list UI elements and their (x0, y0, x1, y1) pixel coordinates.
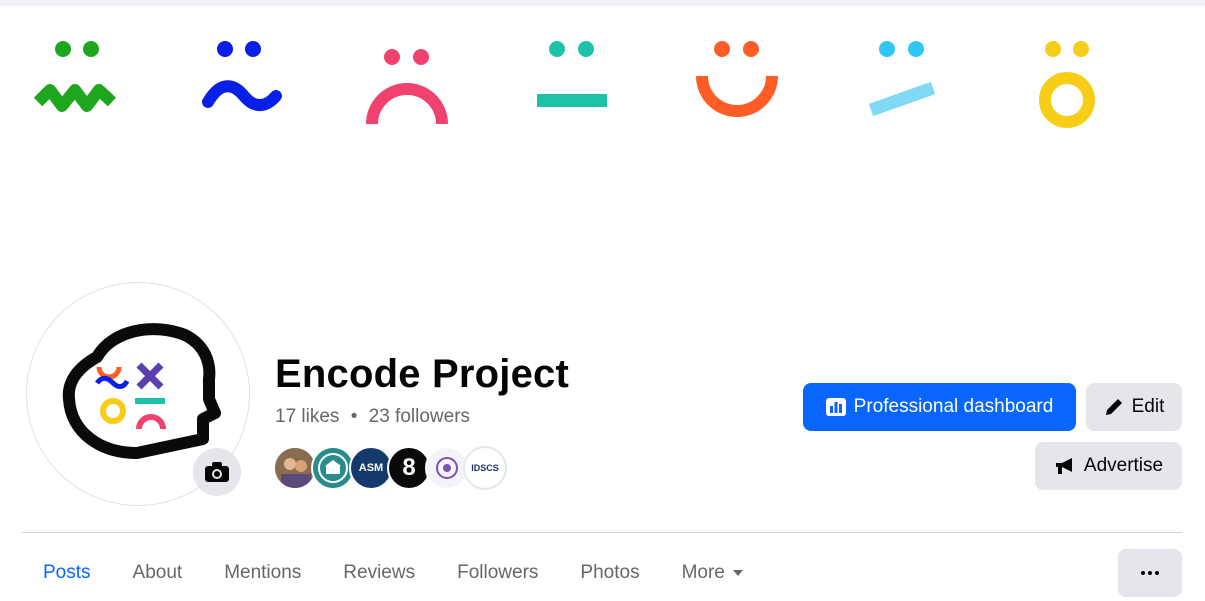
tab-posts[interactable]: Posts (22, 549, 112, 597)
stats-separator: • (350, 406, 358, 427)
update-profile-picture-button[interactable] (193, 448, 241, 496)
professional-dashboard-label: Professional dashboard (853, 396, 1054, 417)
tab-label: Photos (580, 562, 640, 583)
crest-logo-icon (436, 457, 458, 479)
tab-label: Mentions (224, 562, 302, 583)
tab-followers[interactable]: Followers (436, 549, 559, 597)
bar-chart-icon (825, 398, 846, 416)
blue-wave-face-icon (202, 41, 282, 111)
ellipsis-icon (1155, 571, 1159, 575)
follower-avatar[interactable]: IDSCS (463, 446, 507, 490)
ellipsis-icon (1141, 571, 1145, 575)
tab-label: Posts (43, 562, 91, 583)
ellipsis-icon (1148, 571, 1152, 575)
green-zigzag-face-icon (33, 41, 117, 112)
person-photo-icon (275, 448, 315, 488)
likes-count-link[interactable]: 17 likes (275, 406, 339, 427)
edit-button[interactable]: Edit (1086, 383, 1182, 431)
tab-about[interactable]: About (112, 549, 204, 597)
header-divider (22, 532, 1182, 533)
megaphone-icon (1055, 458, 1072, 474)
caret-down-icon (732, 570, 743, 576)
advertise-button[interactable]: Advertise (1035, 442, 1182, 490)
followers-count-link[interactable]: 23 followers (369, 406, 470, 427)
advertise-label: Advertise (1083, 455, 1164, 476)
tab-label: About (132, 562, 183, 583)
edit-label: Edit (1131, 396, 1165, 417)
teal-neutral-face-icon (537, 41, 607, 107)
orange-smile-face-icon (696, 41, 778, 117)
professional-dashboard-button[interactable]: Professional dashboard (803, 383, 1076, 431)
follower-avatar-label: 8 (402, 454, 416, 481)
cover-emoticon-pattern (33, 41, 1095, 128)
cyan-slash-face-icon (868, 41, 936, 117)
page-tabs: Posts About Mentions Reviews Followers P… (22, 549, 764, 597)
more-options-button[interactable] (1118, 549, 1182, 597)
camera-icon (205, 462, 229, 482)
pencil-icon (1105, 399, 1122, 415)
tab-label: Reviews (343, 562, 416, 583)
cover-photo[interactable] (0, 6, 1205, 276)
institution-logo-icon (313, 448, 353, 488)
yellow-surprised-face-icon (1039, 41, 1095, 128)
tab-label: Followers (457, 562, 539, 583)
tab-photos[interactable]: Photos (559, 549, 660, 597)
follower-avatar-label: IDSCS (471, 463, 499, 473)
tab-mentions[interactable]: Mentions (203, 549, 322, 597)
page-title: Encode Project (275, 352, 569, 396)
follower-avatar-label: ASM (358, 462, 384, 474)
page-stats: 17 likes • 23 followers (275, 406, 470, 428)
tab-reviews[interactable]: Reviews (322, 549, 436, 597)
tab-more[interactable]: More (661, 549, 764, 597)
pink-frown-face-icon (366, 49, 448, 125)
tab-label: More (681, 562, 725, 583)
follower-avatars: ASM 8 IDSCS (273, 446, 513, 490)
